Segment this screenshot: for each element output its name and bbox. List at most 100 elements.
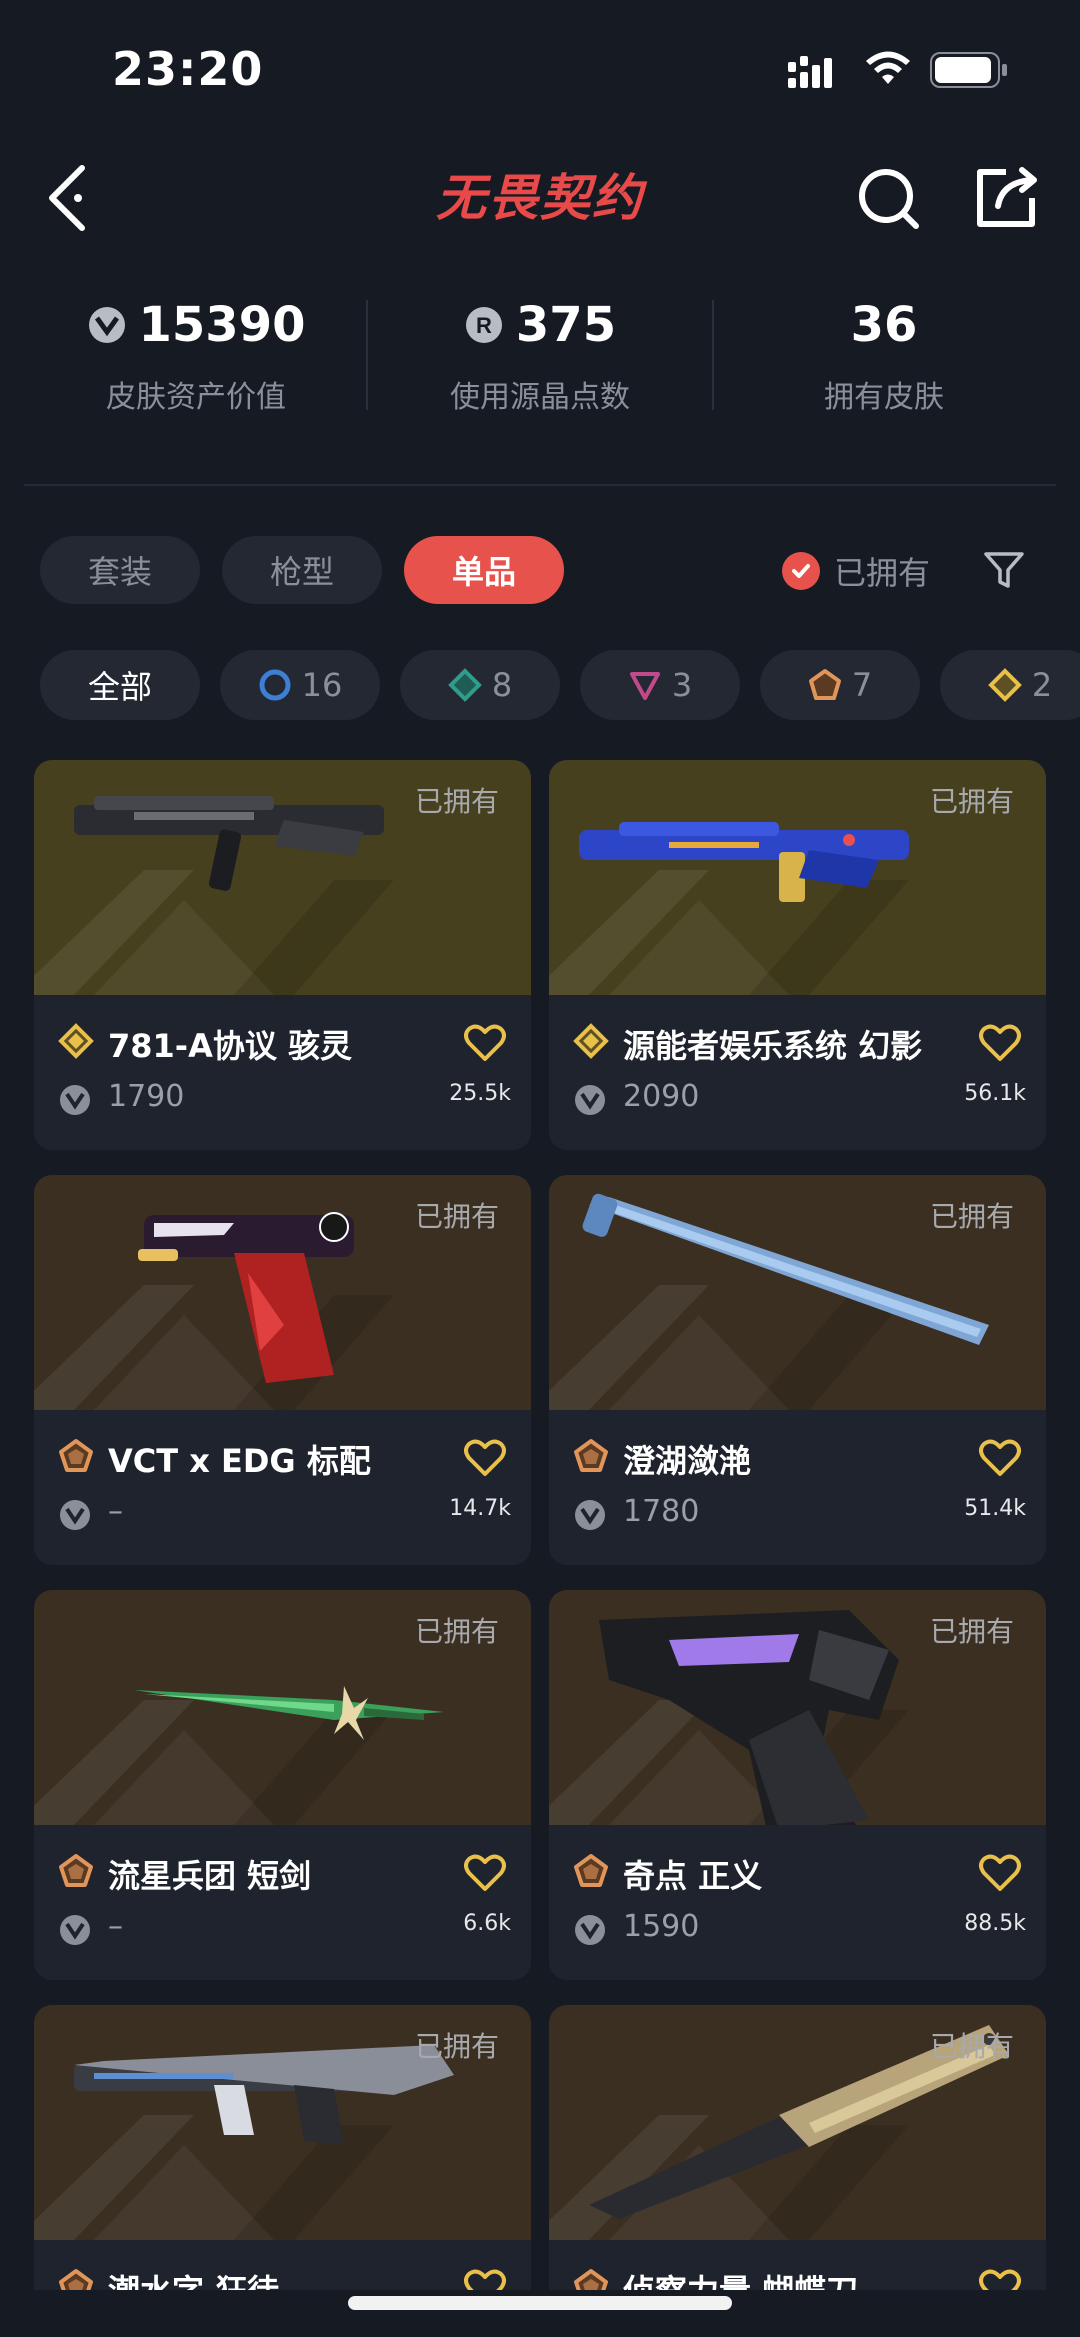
svg-text:R: R [476,313,492,338]
heart-icon[interactable] [463,1438,507,1478]
skin-name: 源能者娱乐系统 幻影 [623,1027,923,1065]
skin-name: 潮水字 狂徒 [108,2266,279,2290]
ultra-tier-icon [58,1023,94,1059]
rarity-chip-premium[interactable]: 3 [580,650,740,720]
skin-name: 澄湖潋滟 [623,1442,752,1480]
rarity-chip-label: 3 [671,666,693,704]
heart-icon[interactable] [463,1853,507,1893]
heart-icon[interactable] [978,1438,1022,1478]
skin-info: 澄湖潋滟 1780 51.4k [549,1410,1046,1565]
skin-name: 侦察力量 蝴蝶刀 [623,2266,858,2290]
skin-name: 奇点 正义 [623,1857,763,1895]
exclusive-tier-icon [59,2269,93,2290]
skin-price: 2090 [623,1079,700,1114]
exclusive-tier-icon [59,1854,93,1887]
rarity-chip-exclusive[interactable]: 7 [760,650,920,720]
stat-owned-skins: 36 拥有皮肤 [712,290,1056,416]
vp-icon [88,307,125,343]
skin-name: VCT x EDG 标配 [108,1442,371,1480]
skin-card[interactable]: 已拥有侦察力量 蝴蝶刀 [549,2005,1046,2290]
skin-card[interactable]: 已拥有 781-A协议 骇灵 1790 25.5k [34,760,531,1150]
skin-card[interactable]: 已拥有 流星兵团 短剑 – 6.6k [34,1590,531,1980]
stats-summary: 15390 皮肤资产价值 R 375 使用源晶点数 36 拥有皮肤 [0,290,1080,420]
heart-icon[interactable] [463,1023,507,1063]
heart-icon[interactable] [978,1853,1022,1893]
skin-price: – [108,1909,123,1944]
skin-price: 1780 [623,1494,700,1529]
tab-weapon-type[interactable]: 枪型 [222,536,382,604]
like-count: 25.5k [449,1081,511,1106]
owned-label: 已拥有 [929,1200,1014,1233]
like-count: 51.4k [964,1496,1026,1521]
vp-icon [60,1085,90,1115]
owned-label: 已拥有 [929,1615,1014,1648]
tab-single-item[interactable]: 单品 [404,536,564,604]
like-count: 56.1k [964,1081,1026,1106]
vp-icon [60,1915,90,1945]
like-count: 14.7k [449,1496,511,1521]
share-icon[interactable] [966,152,1046,242]
vp-icon [575,1085,605,1115]
owned-label: 已拥有 [414,1200,499,1233]
skin-card[interactable]: 已拥有源能者娱乐系统 幻影 2090 56.1k [549,760,1046,1150]
skin-info: VCT x EDG 标配 – 14.7k [34,1410,531,1565]
rarity-chip-ultra[interactable]: 2 [940,650,1080,720]
rarity-chip-label: 16 [301,666,343,704]
rarity-chip-label: 8 [491,666,513,704]
skin-card[interactable]: 已拥有澄湖潋滟 1780 51.4k [549,1175,1046,1565]
rarity-chip-label: 7 [851,666,873,704]
filter-icon[interactable] [982,548,1026,592]
heart-icon[interactable] [978,2268,1022,2290]
status-bar: 23:20 [0,0,1080,130]
home-indicator [348,2296,732,2310]
tab-bundle[interactable]: 套装 [40,536,200,604]
ultra-tier-icon [573,1023,609,1059]
wifi-icon [866,51,910,84]
premium-tier-icon [629,672,660,700]
skin-card[interactable]: 已拥有奇点 正义 1590 88.5k [549,1590,1046,1980]
owned-filter-label: 已拥有 [834,554,931,592]
skin-info: 奇点 正义 1590 88.5k [549,1825,1046,1980]
stat-value-text: 375 [515,297,617,353]
search-icon[interactable] [848,152,928,242]
exclusive-tier-icon [574,1439,608,1472]
stat-label: 使用源晶点数 [450,380,630,415]
vp-icon [575,1500,605,1530]
radianite-icon: R [465,307,502,343]
skin-price: 1790 [108,1079,185,1114]
status-time: 23:20 [112,42,264,96]
rarity-chip-select[interactable]: 16 [220,650,380,720]
cellular-signal-icon [788,56,832,88]
rarity-chip-label: 2 [1031,666,1053,704]
heart-icon[interactable] [463,2268,507,2290]
skin-grid: 已拥有 781-A协议 骇灵 1790 25.5k 已拥有 源能者娱乐系统 幻影 2090 5… [34,760,1046,2290]
section-divider [24,484,1056,486]
owned-label: 已拥有 [929,785,1014,818]
skin-card[interactable]: 已拥有 VCT x EDG 标配 – 14.7k [34,1175,531,1565]
skin-card[interactable]: 已拥有潮水字 狂徒 [34,2005,531,2290]
owned-label: 已拥有 [414,1615,499,1648]
rarity-chip-deluxe[interactable]: 8 [400,650,560,720]
stat-label: 皮肤资产价值 [106,380,286,415]
stat-skin-value: 15390 皮肤资产价值 [24,290,368,416]
owned-filter-toggle[interactable]: 已拥有 [782,546,930,596]
stat-radianite: R 375 使用源晶点数 [368,290,712,416]
skin-info: 流星兵团 短剑 – 6.6k [34,1825,531,1980]
exclusive-tier-icon [808,669,841,700]
skin-info: 源能者娱乐系统 幻影 2090 56.1k [549,995,1046,1150]
select-tier-icon [259,669,291,701]
skin-price: – [108,1494,123,1529]
skin-name: 流星兵团 短剑 [108,1857,312,1895]
rarity-chip-all[interactable]: 全部 [40,650,200,720]
category-tabs: 套装 枪型 单品 [40,536,564,606]
stat-value-text: 15390 [138,297,306,353]
owned-label: 已拥有 [414,785,499,818]
heart-icon[interactable] [978,1023,1022,1063]
like-count: 88.5k [964,1911,1026,1936]
skin-info: 潮水字 狂徒 [34,2240,531,2290]
owned-label: 已拥有 [929,2030,1014,2063]
owned-label: 已拥有 [414,2030,499,2063]
rarity-filter-row: 全部 16 8 3 7 2 [40,650,1080,722]
rarity-chip-label: 全部 [87,668,152,706]
stat-label: 拥有皮肤 [824,380,944,415]
